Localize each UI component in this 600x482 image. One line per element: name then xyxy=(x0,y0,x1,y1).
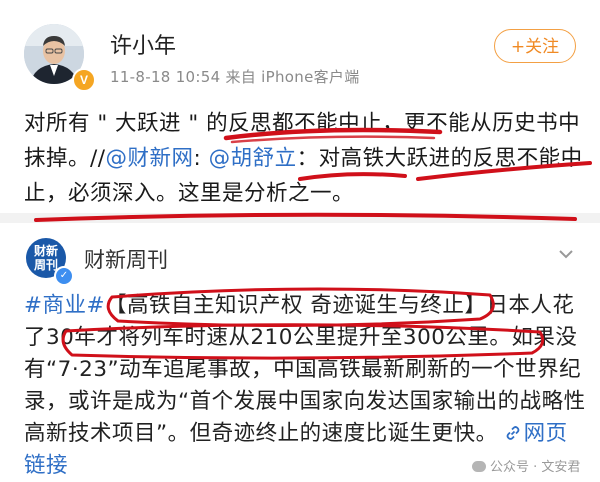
post-username[interactable]: 许小年 xyxy=(110,28,176,60)
wechat-icon xyxy=(472,461,486,472)
mention-caixin[interactable]: @财新网 xyxy=(106,146,194,171)
post-text-part: : xyxy=(193,146,209,171)
card-divider xyxy=(0,213,600,223)
watermark: 公众号 · 文安君 xyxy=(468,456,585,475)
verified-badge-icon: ✓ xyxy=(54,266,74,286)
logo-text: 财新 xyxy=(33,244,58,258)
post-text: 对所有 " 大跃进 " 的反思都不能中止，更不能从历史书中抹掉。//@财新网: … xyxy=(24,106,584,211)
watermark-text: 公众号 · 文安君 xyxy=(490,460,581,475)
verified-badge-icon: V xyxy=(72,68,96,92)
repost-text: #商业#【高铁自主知识产权 奇迹诞生与终止】日本人花了30年才将列车时速从210… xyxy=(24,290,588,482)
hashtag-link[interactable]: #商业# xyxy=(24,293,105,318)
chevron-down-icon[interactable] xyxy=(556,244,576,264)
repost-account-name[interactable]: 财新周刊 xyxy=(84,244,168,274)
follow-button[interactable]: +关注 xyxy=(494,29,576,63)
post-meta: 11-8-18 10:54 来自 iPhone客户端 xyxy=(110,68,360,86)
link-icon xyxy=(506,426,520,440)
mention-hu-shuli[interactable]: @胡舒立 xyxy=(209,146,297,171)
